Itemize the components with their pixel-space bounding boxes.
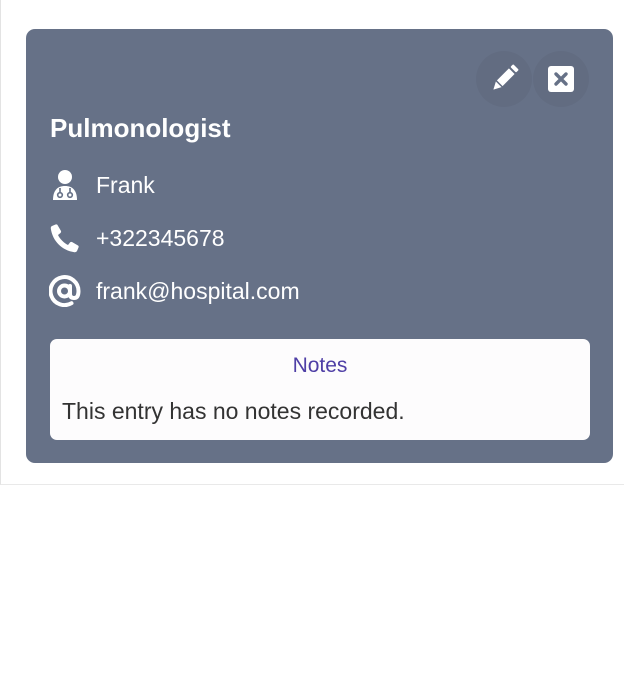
close-button[interactable] — [533, 51, 589, 107]
phone-icon — [49, 222, 81, 254]
card-title: Pulmonologist — [50, 113, 231, 143]
phone-number[interactable]: +322345678 — [96, 224, 225, 252]
phone-row: +322345678 — [49, 220, 225, 256]
notes-title: Notes — [292, 354, 348, 377]
email-address[interactable]: frank@hospital.com — [96, 277, 300, 305]
notes-panel: Notes This entry has no notes recorded. — [50, 339, 590, 440]
at-sign-icon — [49, 275, 81, 307]
doctor-name-row: Frank — [49, 167, 155, 203]
close-box-icon — [548, 66, 574, 92]
pencil-icon — [493, 64, 519, 90]
edit-button[interactable] — [476, 51, 532, 107]
contact-card: Pulmonologist Frank +322345678 frank@hos… — [26, 29, 613, 463]
page-frame: Pulmonologist Frank +322345678 frank@hos… — [0, 0, 624, 485]
notes-body: This entry has no notes recorded. — [62, 398, 405, 424]
doctor-name: Frank — [96, 172, 155, 198]
email-row: frank@hospital.com — [49, 273, 300, 309]
doctor-icon — [49, 169, 81, 201]
